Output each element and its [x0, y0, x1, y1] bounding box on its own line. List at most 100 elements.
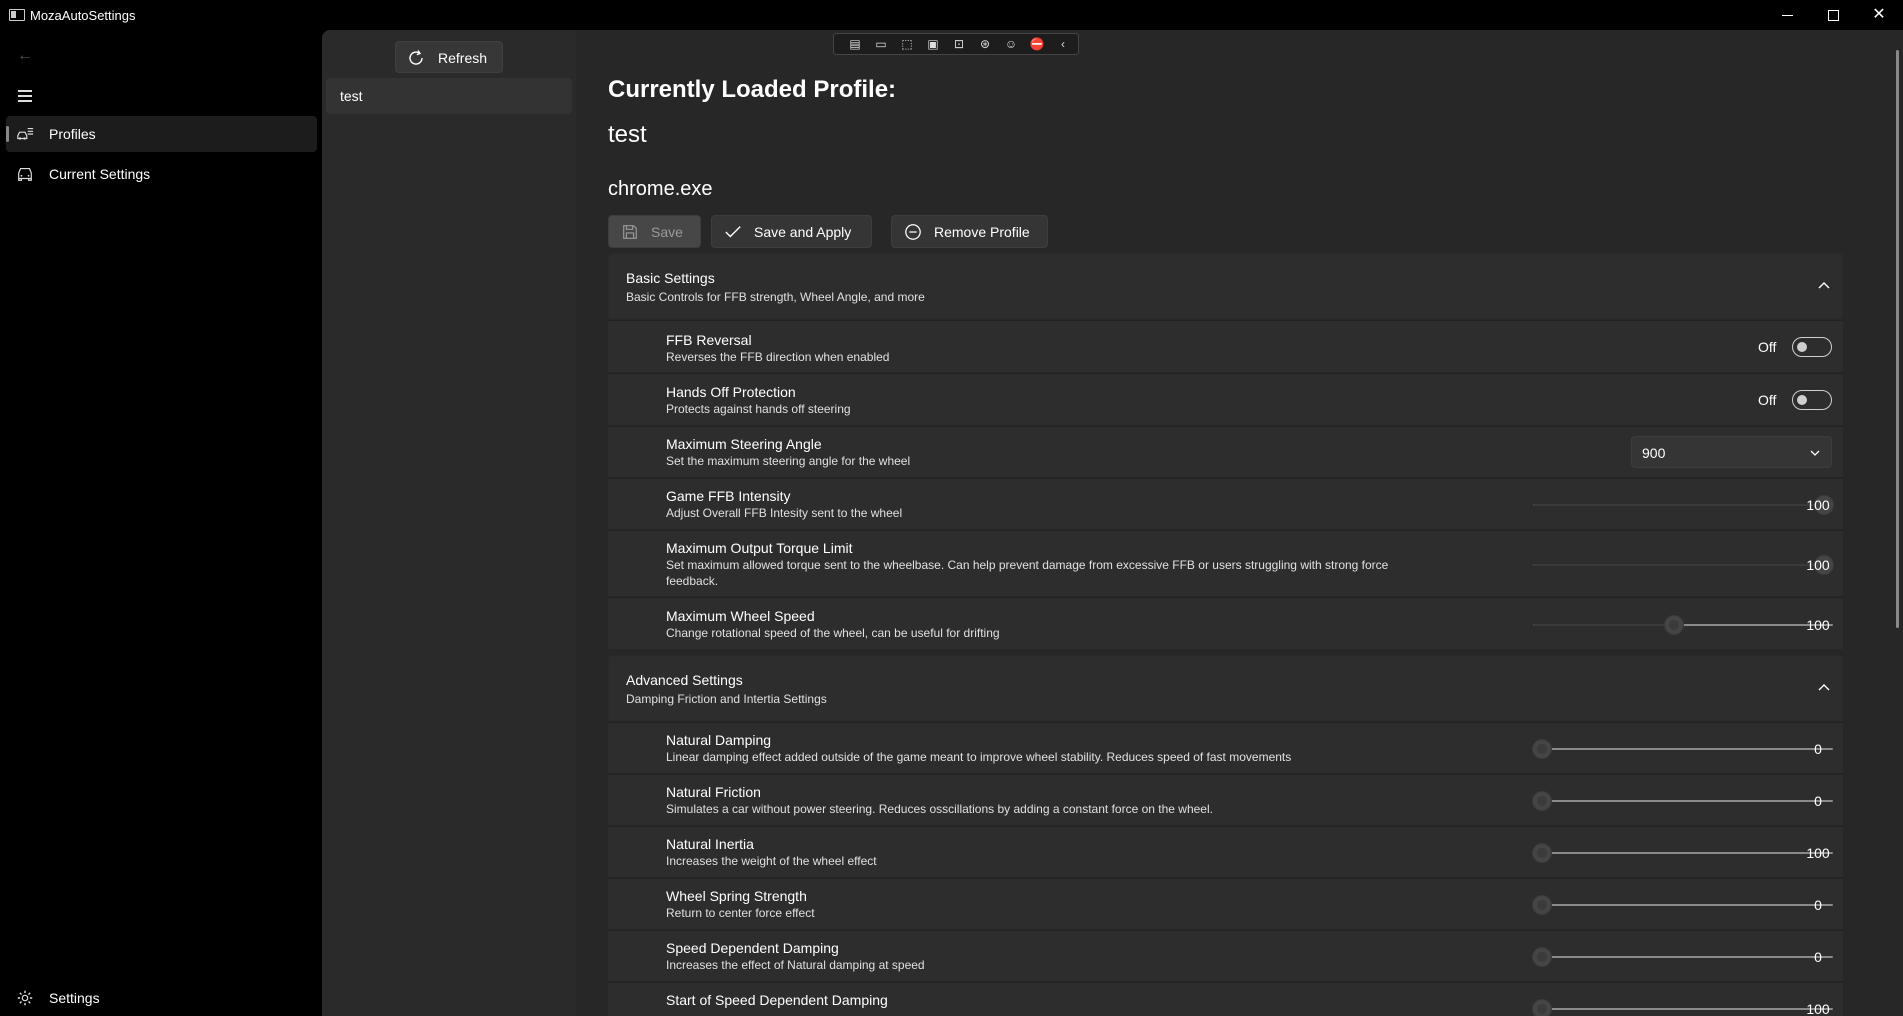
setting-row-hands-off-protection: Hands Off Protection Protects against ha… [608, 373, 1843, 425]
save-and-apply-button[interactable]: Save and Apply [711, 215, 872, 248]
setting-row-wheel-spring-strength: Wheel Spring Strength Return to center f… [608, 878, 1843, 929]
save-icon [623, 225, 637, 239]
setting-description: Change rotational speed of the wheel, ca… [666, 626, 1000, 640]
setting-row-max-wheel-speed: Maximum Wheel Speed Change rotational sp… [608, 597, 1843, 649]
slider-thumb[interactable] [1532, 947, 1552, 967]
slider-value: 0 [1814, 949, 1822, 965]
slider-track-fill [1533, 564, 1824, 566]
slider-value: 100 [1806, 557, 1830, 573]
slider-value: 100 [1806, 845, 1830, 861]
slider-thumb[interactable] [1664, 615, 1684, 635]
slider-thumb[interactable] [1532, 999, 1552, 1016]
setting-title: Maximum Output Torque Limit [666, 540, 853, 556]
setting-description: Protects against hands off steering [666, 402, 851, 416]
setting-row-max-output-torque: Maximum Output Torque Limit Set maximum … [608, 530, 1843, 596]
slider-value: 0 [1814, 793, 1822, 809]
back-button[interactable]: ← [14, 45, 36, 67]
slider-thumb[interactable] [1532, 895, 1552, 915]
save-label: Save [651, 224, 683, 240]
setting-row-natural-damping: Natural Damping Linear damping effect ad… [608, 722, 1843, 773]
setting-description: Set maximum allowed torque sent to the w… [666, 558, 1389, 588]
setting-title: Natural Friction [666, 784, 761, 800]
setting-description: Set the maximum steering angle for the w… [666, 454, 911, 468]
nav-item-label: Current Settings [49, 166, 151, 182]
profile-list-item[interactable]: test [326, 78, 572, 114]
navigation-pane: ← Profiles Current Settings Settings [0, 30, 322, 1016]
setting-description: Increases the weight of the wheel effect [666, 854, 877, 868]
slider-value: 100 [1806, 1001, 1830, 1016]
maximize-icon [1827, 9, 1839, 21]
close-button[interactable]: ✕ [1856, 0, 1902, 30]
setting-title: Game FFB Intensity [666, 488, 791, 504]
setting-title: Speed Dependent Damping [666, 940, 839, 956]
setting-title: Natural Damping [666, 732, 772, 748]
profile-list-item-label: test [340, 88, 363, 104]
save-button[interactable]: Save [608, 215, 701, 248]
setting-description: Reverses the FFB direction when enabled [666, 350, 890, 364]
slider-track-fill [1533, 624, 1674, 626]
nav-item-profiles[interactable]: Profiles [6, 116, 317, 152]
camera-icon[interactable]: ▭ [872, 36, 890, 52]
refresh-button[interactable]: Refresh [395, 41, 503, 73]
section-title: Advanced Settings [626, 672, 743, 688]
live-tree-icon[interactable]: ▤ [846, 36, 864, 52]
close-icon: ✕ [1872, 6, 1886, 23]
title-bar: MozaAutoSettings ✕ [0, 0, 1903, 30]
maximize-button[interactable] [1810, 0, 1856, 30]
slider-thumb[interactable] [1532, 843, 1552, 863]
car-icon [18, 168, 32, 181]
gear-icon [17, 990, 33, 1006]
loaded-profile-name: test [608, 121, 647, 148]
setting-row-start-speed-dependent-damping: Start of Speed Dependent Damping 100 [608, 982, 1843, 1016]
slider-value: 100 [1806, 497, 1830, 513]
basic-settings-header[interactable]: Basic Settings Basic Controls for FFB st… [608, 253, 1843, 319]
car-list-icon [17, 128, 34, 140]
slider-value: 0 [1814, 741, 1822, 757]
stop-icon[interactable]: ⛔ [1028, 36, 1046, 52]
toggle-state-label: Off [1758, 339, 1777, 355]
nav-item-settings[interactable]: Settings [6, 980, 317, 1016]
chevron-up-icon[interactable] [1816, 680, 1832, 696]
vertical-scrollbar[interactable] [1896, 50, 1899, 628]
slider-thumb[interactable] [1532, 791, 1552, 811]
accessibility-icon[interactable]: ☺ [1002, 36, 1020, 52]
section-title: Basic Settings [626, 270, 715, 286]
menu-line [18, 95, 32, 97]
track-focus-icon[interactable]: ⊡ [950, 36, 968, 52]
steering-angle-dropdown[interactable]: 900 [1631, 436, 1832, 468]
remove-profile-button[interactable]: Remove Profile [891, 215, 1048, 248]
ffb-reversal-toggle[interactable] [1792, 337, 1832, 357]
hands-off-protection-toggle[interactable] [1792, 390, 1832, 410]
window-title: MozaAutoSettings [30, 8, 136, 23]
setting-row-ffb-reversal: FFB Reversal Reverses the FFB direction … [608, 320, 1843, 372]
slider-thumb[interactable] [1532, 739, 1552, 759]
menu-line [18, 100, 32, 102]
toggle-state-label: Off [1758, 392, 1777, 408]
binding-failures-icon[interactable]: ⊛ [976, 36, 994, 52]
select-element-icon[interactable]: ⬚ [898, 36, 916, 52]
chevron-up-icon[interactable] [1816, 278, 1832, 294]
setting-title: FFB Reversal [666, 332, 752, 348]
advanced-settings-header[interactable]: Advanced Settings Damping Friction and I… [608, 655, 1843, 721]
setting-row-speed-dependent-damping: Speed Dependent Damping Increases the ef… [608, 930, 1843, 981]
main-content: ▤ ▭ ⬚ ▣ ⊡ ⊛ ☺ ⛔ ‹ Currently Loaded Profi… [576, 30, 1903, 1016]
setting-title: Natural Inertia [666, 836, 754, 852]
setting-row-natural-inertia: Natural Inertia Increases the weight of … [608, 826, 1843, 877]
display-layout-icon[interactable]: ▣ [924, 36, 942, 52]
setting-description: Linear damping effect added outside of t… [666, 750, 1292, 764]
slider-value: 100 [1806, 617, 1830, 633]
save-and-apply-label: Save and Apply [754, 224, 852, 240]
setting-title: Hands Off Protection [666, 384, 796, 400]
minimize-button[interactable] [1764, 0, 1810, 30]
setting-description: Adjust Overall FFB Intesity sent to the … [666, 506, 903, 520]
setting-description: Simulates a car without power steering. … [666, 802, 1213, 816]
collapse-icon[interactable]: ‹ [1054, 36, 1072, 52]
section-subtitle: Basic Controls for FFB strength, Wheel A… [626, 290, 925, 304]
nav-item-label: Settings [49, 990, 100, 1006]
minimize-icon [1781, 14, 1793, 16]
remove-profile-label: Remove Profile [934, 224, 1030, 240]
hamburger-menu-button[interactable] [14, 84, 36, 106]
page-title: Currently Loaded Profile: [608, 76, 897, 103]
dropdown-value: 900 [1642, 445, 1666, 461]
nav-item-current-settings[interactable]: Current Settings [6, 156, 317, 192]
